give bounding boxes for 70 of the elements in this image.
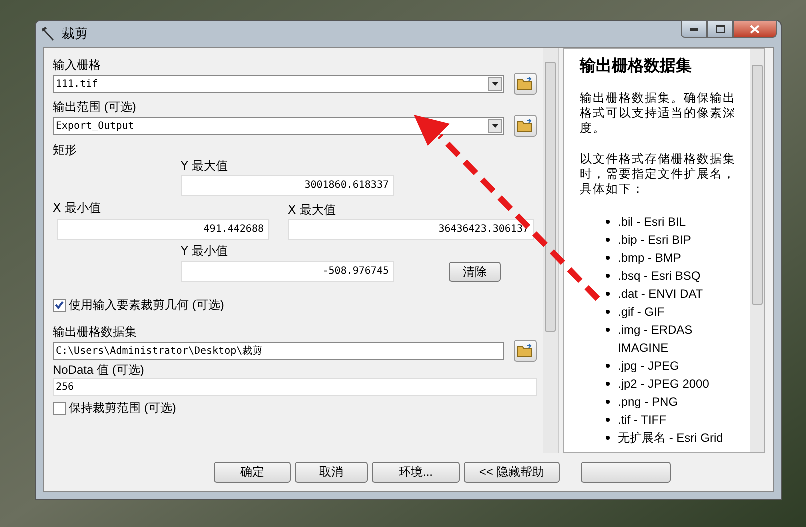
number-field[interactable]: 491.442688 xyxy=(57,219,269,240)
hammer-icon xyxy=(40,26,56,42)
bullet-icon xyxy=(606,400,610,404)
maximize-icon xyxy=(716,25,724,33)
clear-button[interactable]: 清除 xyxy=(449,262,501,282)
help-list-item: .bsq - Esri BSQ xyxy=(618,268,702,285)
field-label: Y 最小值 xyxy=(181,244,230,259)
help-list-item: .png - PNG xyxy=(618,394,680,411)
help-list-item: .jp2 - JPEG 2000 xyxy=(618,376,710,393)
browse-button[interactable] xyxy=(514,73,537,95)
dialog-button[interactable] xyxy=(581,462,671,482)
scrollbar[interactable] xyxy=(543,48,558,453)
number-field[interactable]: 36436423.306137 xyxy=(288,219,534,240)
scrollbar[interactable] xyxy=(750,49,764,452)
browse-button[interactable] xyxy=(514,115,537,137)
help-list-item: .img - ERDAS IMAGINE xyxy=(618,322,694,357)
bullet-icon xyxy=(606,256,610,260)
output-raster-field[interactable]: C:\Users\Administrator\Desktop\裁剪 xyxy=(53,342,504,360)
field-label: 输出栅格数据集 xyxy=(53,325,138,340)
bullet-icon xyxy=(606,382,610,386)
help-list-item: 无扩展名 - Esri Grid xyxy=(618,430,724,447)
input-raster-dropdown[interactable]: 111.tif xyxy=(53,75,504,93)
help-list-item: .jpg - JPEG xyxy=(618,358,680,375)
bullet-icon xyxy=(606,238,610,242)
field-label: X 最小值 xyxy=(53,201,102,216)
field-label: NoData 值 (可选) xyxy=(53,363,146,378)
output-extent-dropdown[interactable]: Export_Output xyxy=(53,117,504,135)
help-list-item: .dat - ENVI DAT xyxy=(618,286,704,303)
help-list-item: .gif - GIF xyxy=(618,304,666,321)
number-field[interactable]: -508.976745 xyxy=(181,261,394,282)
bullet-icon xyxy=(606,328,610,332)
help-title: 输出栅格数据集 xyxy=(580,57,693,77)
close-button[interactable] xyxy=(733,20,777,38)
bullet-icon xyxy=(606,292,610,296)
bullet-icon xyxy=(606,274,610,278)
bullet-icon xyxy=(606,436,610,440)
dialog-button[interactable]: 环境... xyxy=(372,462,460,482)
dialog-button[interactable]: 确定 xyxy=(214,462,291,482)
help-list-item: .bmp - BMP xyxy=(618,250,682,267)
field-label: 矩形 xyxy=(53,143,78,158)
minimize-icon xyxy=(690,28,698,30)
help-list-item: .bil - Esri BIL xyxy=(618,214,688,231)
minimize-button[interactable] xyxy=(681,20,707,38)
field-label: X 最大值 xyxy=(288,203,338,218)
help-list-item: .tif - TIFF xyxy=(618,412,668,429)
checkbox[interactable] xyxy=(53,402,66,414)
bullet-icon xyxy=(606,220,610,224)
field-label: Y 最大值 xyxy=(181,159,230,174)
dialog-button[interactable]: << 隐藏帮助 xyxy=(464,462,560,482)
checkbox[interactable] xyxy=(53,298,66,312)
number-field[interactable]: 3001860.618337 xyxy=(181,175,394,196)
help-paragraph: 以文件格式存储栅格数据集时，需要指定文件扩展名，具体如下： xyxy=(580,152,737,197)
dialog-button[interactable]: 取消 xyxy=(295,462,368,482)
folder-icon xyxy=(517,119,534,133)
maximize-button[interactable] xyxy=(707,20,733,38)
checkbox-label: 保持裁剪范围 (可选) xyxy=(69,400,176,417)
checkbox-label: 使用输入要素裁剪几何 (可选) xyxy=(69,297,224,314)
bullet-icon xyxy=(606,364,610,368)
bullet-icon xyxy=(606,310,610,314)
close-icon xyxy=(750,24,760,34)
bullet-icon xyxy=(606,418,610,422)
window-title: 裁剪 xyxy=(62,25,88,44)
field-label: 输入栅格 xyxy=(53,58,102,73)
nodata-field[interactable]: 256 xyxy=(53,378,537,396)
folder-icon xyxy=(517,77,534,91)
help-paragraph: 输出栅格数据集。确保输出格式可以支持适当的像素深度。 xyxy=(580,91,737,136)
help-list-item: .bip - Esri BIP xyxy=(618,232,692,249)
field-label: 输出范围 (可选) xyxy=(53,100,138,115)
browse-button[interactable] xyxy=(514,340,537,362)
folder-icon xyxy=(517,344,534,358)
